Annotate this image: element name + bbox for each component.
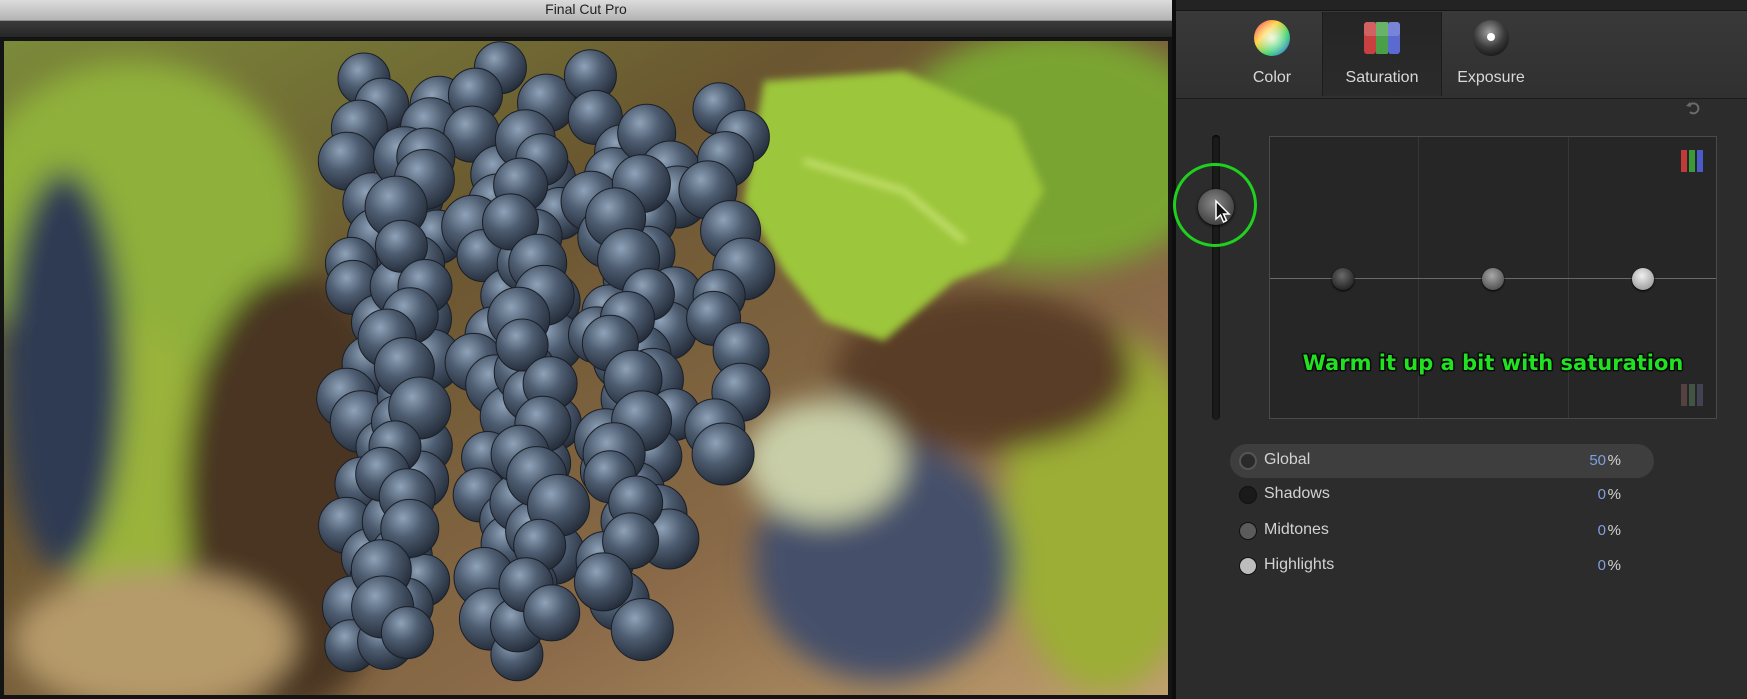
viewer-toolbar bbox=[0, 21, 1172, 38]
saturation-icon bbox=[1364, 22, 1400, 54]
tab-saturation-label: Saturation bbox=[1345, 69, 1419, 86]
midtones-puck[interactable] bbox=[1482, 268, 1504, 290]
shadows-puck[interactable] bbox=[1332, 268, 1354, 290]
window-title: Final Cut Pro bbox=[0, 0, 1172, 21]
highlights-label: Highlights bbox=[1264, 556, 1335, 573]
tab-saturation[interactable]: Saturation bbox=[1322, 12, 1442, 96]
global-label: Global bbox=[1264, 451, 1311, 468]
grape-vine-image bbox=[4, 41, 1168, 695]
global-row[interactable]: Global 50 % bbox=[1230, 444, 1654, 478]
tab-exposure-label: Exposure bbox=[1457, 69, 1525, 86]
shadows-value[interactable]: 0 bbox=[1598, 486, 1606, 503]
global-value[interactable]: 50 bbox=[1589, 452, 1606, 469]
rgb-bars-muted-icon bbox=[1681, 384, 1703, 406]
highlights-unit: % bbox=[1607, 557, 1621, 574]
highlights-row[interactable]: Highlights 0 % bbox=[1230, 549, 1654, 583]
midtones-row[interactable]: Midtones 0 % bbox=[1230, 514, 1654, 548]
reset-icon[interactable] bbox=[1685, 100, 1701, 116]
video-frame[interactable] bbox=[4, 41, 1168, 695]
tab-color[interactable]: Color bbox=[1213, 12, 1331, 96]
midtones-label: Midtones bbox=[1264, 521, 1329, 538]
midtones-unit: % bbox=[1607, 522, 1621, 539]
shadows-unit: % bbox=[1607, 486, 1621, 503]
color-board-tabs: Color Saturation Exposure bbox=[1176, 0, 1747, 99]
global-indicator-icon bbox=[1239, 452, 1257, 470]
tab-exposure[interactable]: Exposure bbox=[1432, 12, 1550, 96]
midtones-value[interactable]: 0 bbox=[1598, 522, 1606, 539]
rgb-bars-icon bbox=[1681, 150, 1703, 172]
global-unit: % bbox=[1607, 452, 1621, 469]
mouse-pointer-icon bbox=[1215, 199, 1231, 224]
shadows-indicator-icon bbox=[1239, 486, 1257, 504]
highlights-value[interactable]: 0 bbox=[1598, 557, 1606, 574]
highlights-indicator-icon bbox=[1239, 557, 1257, 575]
midtones-indicator-icon bbox=[1239, 522, 1257, 540]
tab-color-label: Color bbox=[1252, 69, 1292, 86]
highlights-puck[interactable] bbox=[1632, 268, 1654, 290]
exposure-icon bbox=[1473, 20, 1509, 56]
viewer-panel: Final Cut Pro bbox=[0, 0, 1172, 699]
tutorial-annotation: Warm it up a bit with saturation bbox=[1302, 351, 1684, 375]
color-board-inspector: Color Saturation Exposure Warm it up a b… bbox=[1173, 0, 1747, 699]
shadows-row[interactable]: Shadows 0 % bbox=[1230, 478, 1654, 512]
shadows-label: Shadows bbox=[1264, 485, 1330, 502]
inspector-top-strip bbox=[1176, 0, 1747, 11]
saturation-board[interactable]: Warm it up a bit with saturation bbox=[1269, 136, 1717, 419]
color-wheel-icon bbox=[1254, 20, 1290, 56]
